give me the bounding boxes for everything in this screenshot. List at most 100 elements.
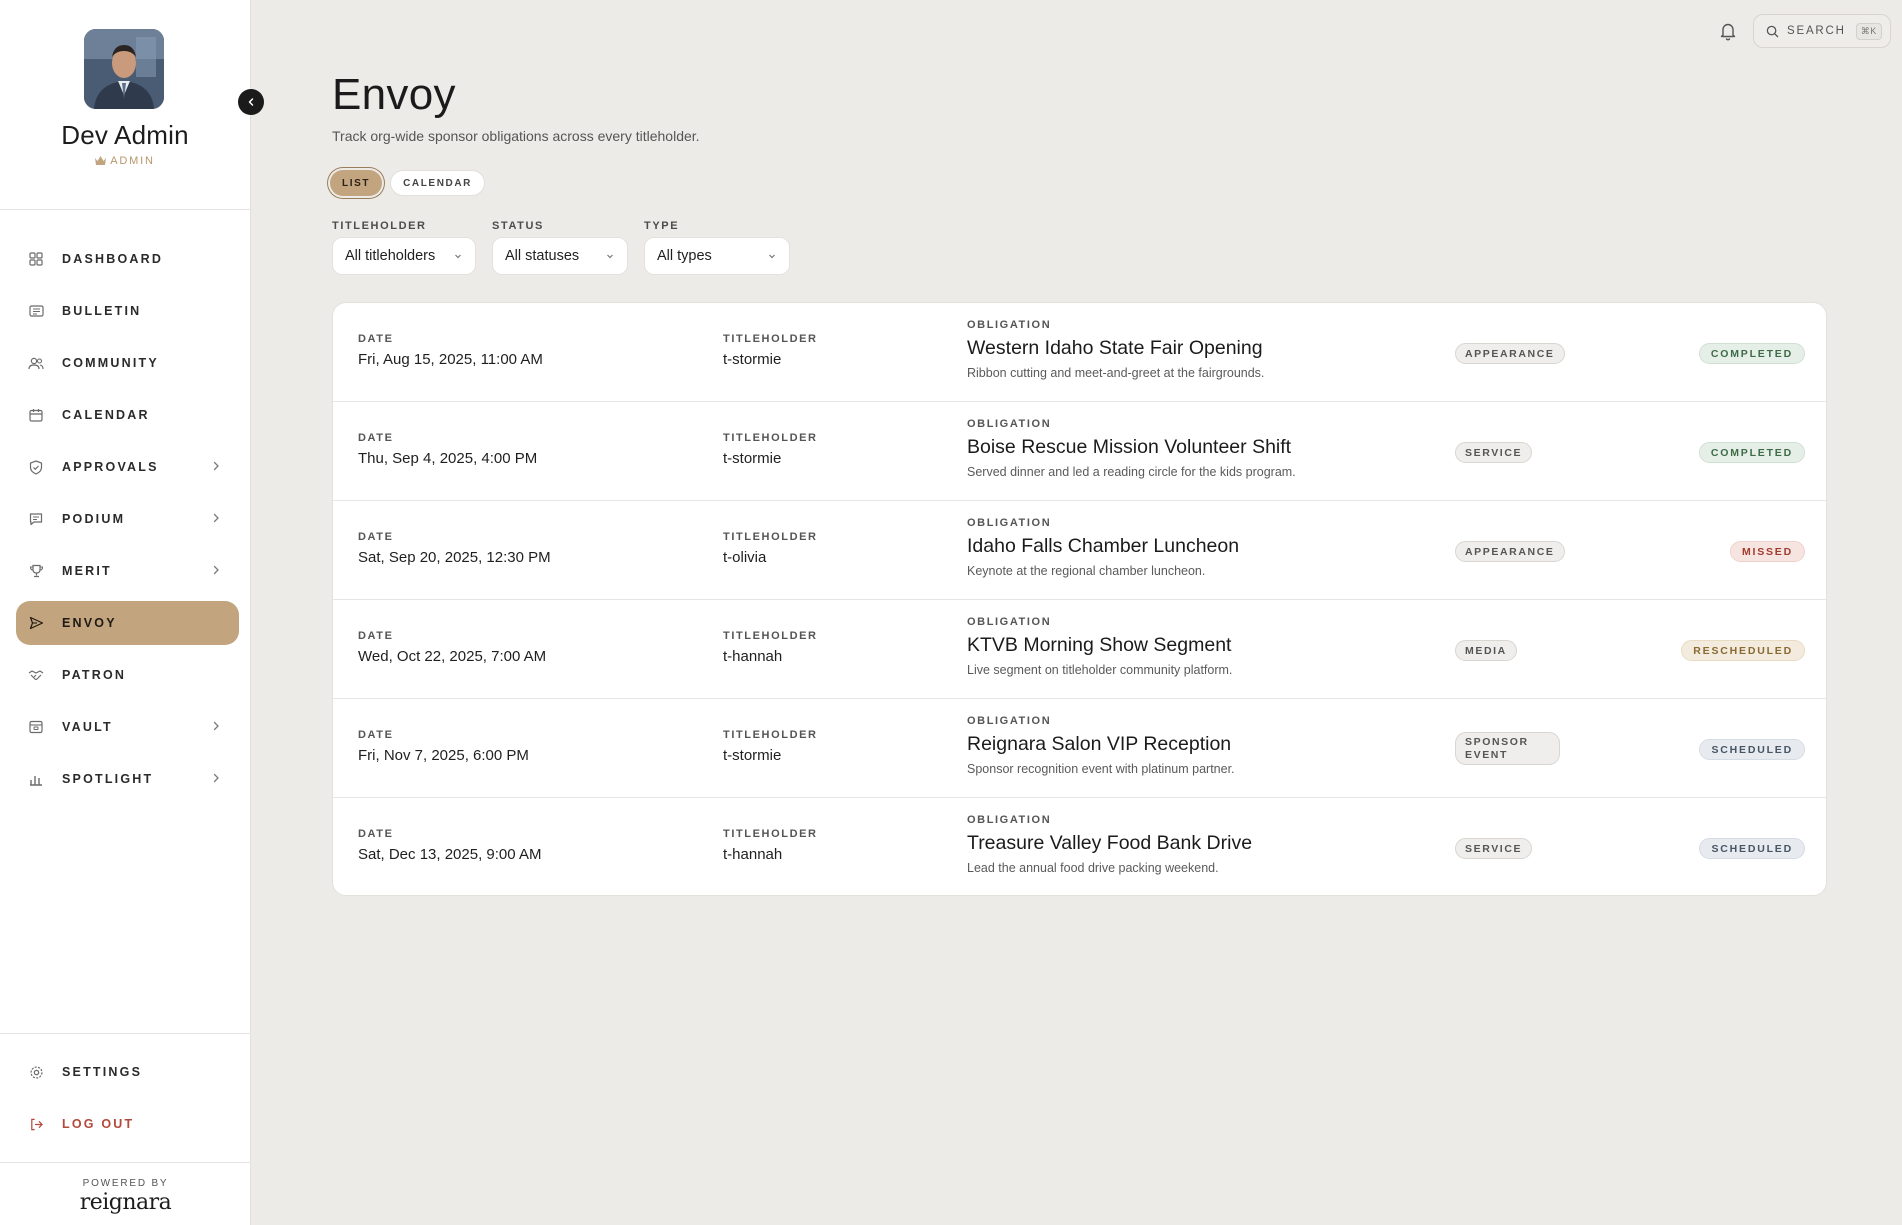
status-badge: COMPLETED [1698, 343, 1805, 364]
date-label: DATE [358, 828, 394, 840]
table-row[interactable]: DATE Sat, Dec 13, 2025, 9:00 AM TITLEHOLDE… [333, 798, 1826, 895]
type-badge: SERVICE [1455, 442, 1533, 463]
obligation-cell: OBLIGATION Western Idaho State Fair Openi… [967, 319, 1264, 380]
titleholder-label: TITLEHOLDER [723, 828, 818, 840]
bell-icon [1720, 23, 1736, 41]
sidebar-item-vault[interactable]: VAULT [16, 705, 239, 749]
type-select[interactable]: All types [644, 237, 790, 275]
date-cell: DATE Fri, Nov 7, 2025, 6:00 PM [358, 729, 529, 764]
obligation-label: OBLIGATION [967, 418, 1052, 430]
trophy-icon [28, 563, 44, 579]
titleholder-value: t-hannah [723, 846, 783, 863]
sidebar-item-label: CALENDAR [62, 408, 150, 422]
profile-name: Dev Admin [61, 120, 189, 150]
filter-label: STATUS [492, 220, 544, 232]
date-label: DATE [358, 630, 394, 642]
sidebar-item-merit[interactable]: MERIT [16, 549, 239, 593]
obligation-title[interactable]: Idaho Falls Chamber Luncheon [967, 535, 1239, 558]
avatar[interactable] [84, 29, 164, 109]
date-label: DATE [358, 729, 394, 741]
table-row[interactable]: DATE Fri, Nov 7, 2025, 6:00 PM TITLEHOLDER… [333, 699, 1826, 798]
titleholder-label: TITLEHOLDER [723, 531, 818, 543]
tab-calendar[interactable]: CALENDAR [390, 170, 485, 196]
bottom-nav: SETTINGS LOG OUT [0, 1050, 251, 1154]
titleholder-value: t-stormie [723, 351, 782, 368]
tab-list[interactable]: LIST [330, 170, 383, 196]
table-row[interactable]: DATE Wed, Oct 22, 2025, 7:00 AM TITLEHOLDE… [333, 600, 1826, 699]
sidebar-item-label: COMMUNITY [62, 356, 159, 370]
titleholder-value: t-olivia [723, 549, 767, 566]
sidebar-item-label: LOG OUT [62, 1117, 135, 1131]
sidebar-item-podium[interactable]: PODIUM [16, 497, 239, 541]
main-nav: DASHBOARD BULLETIN COMMUNITY CALENDAR APPROV… [0, 237, 251, 809]
date-cell: DATE Sat, Dec 13, 2025, 9:00 AM [358, 828, 541, 863]
profile-role-label: ADMIN [110, 155, 155, 167]
shield-check-icon [28, 459, 44, 475]
sidebar-item-calendar[interactable]: CALENDAR [16, 393, 239, 437]
select-value: All statuses [505, 248, 580, 264]
table-row[interactable]: DATE Sat, Sep 20, 2025, 12:30 PM TITLEHOLD… [333, 501, 1826, 600]
logout-icon [28, 1116, 44, 1132]
table-row[interactable]: DATE Thu, Sep 4, 2025, 4:00 PM TITLEHOLDER… [333, 402, 1826, 501]
obligation-title[interactable]: Western Idaho State Fair Opening [967, 337, 1264, 360]
filter-label: TITLEHOLDER [332, 220, 427, 232]
notifications-button[interactable] [1718, 20, 1738, 42]
profile-role: ADMIN [0, 155, 250, 168]
filter-label: TYPE [644, 220, 680, 232]
sidebar-item-settings[interactable]: SETTINGS [16, 1050, 239, 1094]
obligation-title[interactable]: Treasure Valley Food Bank Drive [967, 832, 1252, 855]
sidebar-item-envoy[interactable]: ENVOY [16, 601, 239, 645]
sidebar-item-dashboard[interactable]: DASHBOARD [16, 237, 239, 281]
collapse-sidebar-button[interactable] [238, 89, 264, 115]
obligation-cell: OBLIGATION Boise Rescue Mission Volunteer… [967, 418, 1296, 479]
type-badge: APPEARANCE [1455, 541, 1565, 562]
grid-icon [28, 251, 44, 267]
table-row[interactable]: DATE Fri, Aug 15, 2025, 11:00 AM TITLEHOLD… [333, 303, 1826, 402]
date-cell: DATE Fri, Aug 15, 2025, 11:00 AM [358, 333, 543, 368]
chevron-left-icon [248, 98, 254, 106]
obligation-description: Sponsor recognition event with platinum … [967, 762, 1235, 776]
sidebar-item-bulletin[interactable]: BULLETIN [16, 289, 239, 333]
titleholder-value: t-stormie [723, 450, 782, 467]
type-badge: SERVICE [1455, 838, 1533, 859]
sidebar-item-community[interactable]: COMMUNITY [16, 341, 239, 385]
obligation-title[interactable]: Reignara Salon VIP Reception [967, 733, 1235, 756]
sidebar-item-approvals[interactable]: APPROVALS [16, 445, 239, 489]
titleholder-cell: TITLEHOLDER t-hannah [723, 630, 818, 665]
search-shortcut: ⌘K [1855, 22, 1882, 40]
obligation-label: OBLIGATION [967, 715, 1052, 727]
sidebar-item-label: MERIT [62, 564, 112, 578]
date-value: Thu, Sep 4, 2025, 4:00 PM [358, 450, 538, 467]
obligation-description: Keynote at the regional chamber luncheon… [967, 564, 1206, 578]
titleholder-select[interactable]: All titleholders [332, 237, 476, 275]
obligation-title[interactable]: KTVB Morning Show Segment [967, 634, 1232, 657]
vault-icon [28, 719, 44, 735]
obligation-cell: OBLIGATION KTVB Morning Show Segment Live … [967, 616, 1232, 677]
titleholder-cell: TITLEHOLDER t-stormie [723, 333, 818, 368]
newspaper-icon [28, 303, 44, 319]
sidebar: Dev Admin ADMIN DASHBOARD BULLETIN COMMUNI… [0, 0, 264, 1225]
obligation-label: OBLIGATION [967, 814, 1052, 826]
status-select[interactable]: All statuses [492, 237, 628, 275]
obligation-description: Served dinner and led a reading circle f… [967, 465, 1296, 479]
search-label: SEARCH [1787, 25, 1846, 37]
status-badge: COMPLETED [1698, 442, 1805, 463]
obligation-label: OBLIGATION [967, 517, 1052, 529]
sidebar-item-label: PODIUM [62, 512, 126, 526]
page-subtitle: Track org-wide sponsor obligations acros… [332, 128, 700, 144]
obligation-description: Ribbon cutting and meet-and-greet at the… [967, 366, 1265, 380]
obligation-label: OBLIGATION [967, 319, 1052, 331]
sidebar-item-spotlight[interactable]: SPOTLIGHT [16, 757, 239, 801]
date-value: Fri, Nov 7, 2025, 6:00 PM [358, 747, 529, 764]
sidebar-item-label: VAULT [62, 720, 113, 734]
sidebar-item-patron[interactable]: PATRON [16, 653, 239, 697]
date-value: Sat, Sep 20, 2025, 12:30 PM [358, 549, 551, 566]
sidebar-item-logout[interactable]: LOG OUT [16, 1102, 239, 1146]
sidebar-item-label: PATRON [62, 668, 127, 682]
titleholder-cell: TITLEHOLDER t-stormie [723, 432, 818, 467]
obligation-title[interactable]: Boise Rescue Mission Volunteer Shift [967, 436, 1296, 459]
search-button[interactable]: SEARCH ⌘K [1753, 14, 1891, 48]
view-toggle: LIST CALENDAR [330, 170, 485, 196]
calendar-icon [28, 407, 44, 423]
select-value: All types [657, 248, 712, 264]
